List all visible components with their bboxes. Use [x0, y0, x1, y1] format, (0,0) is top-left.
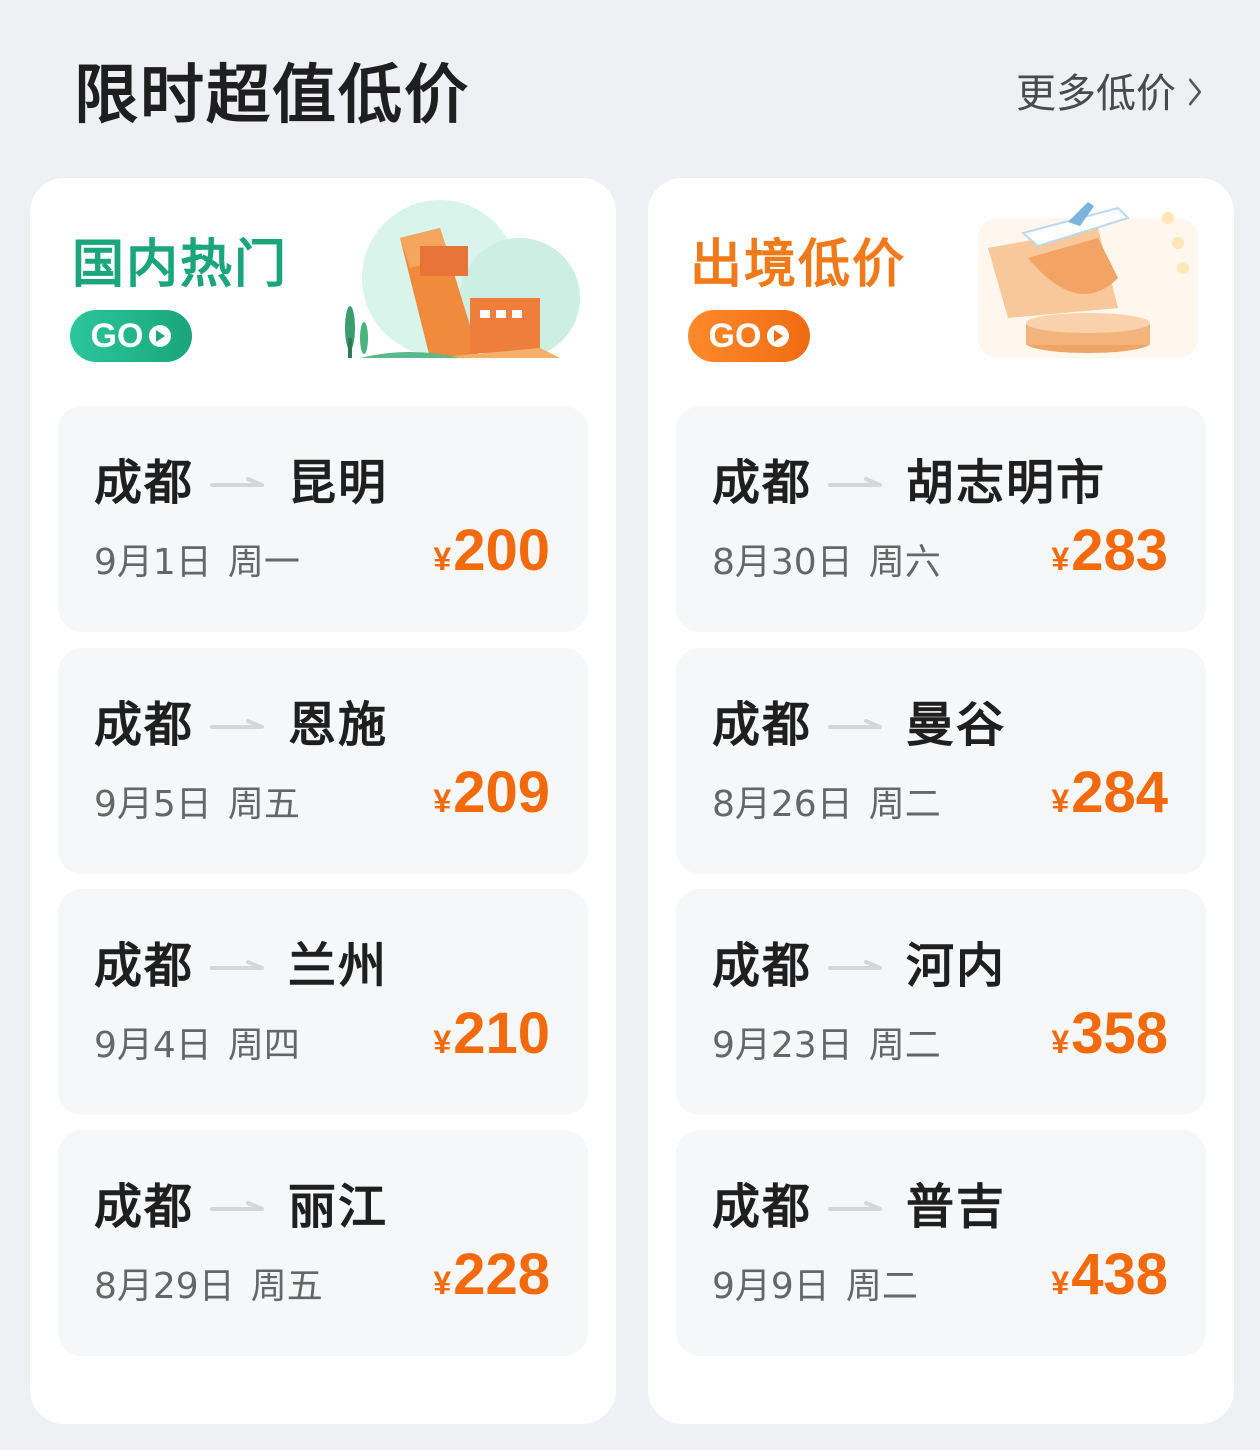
price-value: 210 — [453, 1001, 550, 1066]
origin-city: 成都 — [94, 1179, 195, 1235]
origin-city: 成都 — [712, 697, 813, 753]
route-price: ¥ 210 — [433, 999, 550, 1077]
departure-date: 9月5日 — [94, 784, 212, 825]
more-low-prices-link[interactable]: 更多低价 — [1016, 66, 1204, 122]
international-go-button[interactable]: GO — [688, 310, 810, 362]
origin-city: 成都 — [712, 455, 813, 511]
arrow-right-icon — [210, 719, 265, 729]
departure-date: 9月9日 — [712, 1266, 830, 1307]
route-card[interactable]: 成都 曼谷 8月26日 周二 ¥ 284 — [676, 648, 1206, 874]
destination-city: 河内 — [906, 938, 1007, 994]
destination-city: 恩施 — [288, 697, 389, 753]
departure-date: 8月30日 — [712, 542, 853, 583]
domestic-go-button[interactable]: GO — [70, 310, 192, 362]
route-price: ¥ 284 — [1051, 758, 1168, 836]
arrow-right-icon — [210, 1201, 265, 1211]
chevron-right-icon — [1188, 66, 1202, 122]
route-card[interactable]: 成都 昆明 9月1日 周一 ¥ 200 — [58, 406, 588, 632]
domestic-card: 国内热门 GO 成都 昆明 9月1日 周一 ¥ 200 成都 恩施 9月5日 周… — [30, 178, 616, 1424]
departure-date: 8月29日 — [94, 1266, 235, 1307]
price-value: 438 — [1071, 1242, 1168, 1307]
currency-symbol: ¥ — [1051, 1024, 1070, 1060]
destination-city: 普吉 — [906, 1179, 1007, 1235]
currency-symbol: ¥ — [1051, 783, 1070, 819]
currency-symbol: ¥ — [433, 541, 452, 577]
route-price: ¥ 283 — [1051, 516, 1168, 594]
route-card[interactable]: 成都 胡志明市 8月30日 周六 ¥ 283 — [676, 406, 1206, 632]
departure-weekday: 周五 — [227, 784, 300, 825]
departure-date: 9月1日 — [94, 542, 212, 583]
go-label: GO — [708, 316, 762, 355]
departure-date: 8月26日 — [712, 784, 853, 825]
section-header: 限时超值低价 更多低价 — [0, 0, 1260, 170]
route-price: ¥ 358 — [1051, 999, 1168, 1077]
departure-weekday: 周二 — [868, 784, 941, 825]
origin-city: 成都 — [94, 697, 195, 753]
currency-symbol: ¥ — [433, 783, 452, 819]
more-label: 更多低价 — [1016, 71, 1176, 117]
origin-city: 成都 — [94, 938, 195, 994]
route-price: ¥ 200 — [433, 516, 550, 594]
departure-weekday: 周五 — [250, 1266, 323, 1307]
route-card[interactable]: 成都 恩施 9月5日 周五 ¥ 209 — [58, 648, 588, 874]
departure-weekday: 周二 — [868, 1025, 941, 1066]
origin-city: 成都 — [712, 938, 813, 994]
arrow-right-icon — [828, 960, 883, 970]
departure-weekday: 周六 — [868, 542, 941, 583]
airplane-illustration — [968, 198, 1218, 368]
arrow-right-icon — [828, 477, 883, 487]
currency-symbol: ¥ — [1051, 1265, 1070, 1301]
domestic-title: 国内热门 — [72, 235, 289, 295]
origin-city: 成都 — [712, 1179, 813, 1235]
destination-city: 丽江 — [288, 1179, 389, 1235]
play-icon — [149, 325, 172, 347]
arrow-right-icon — [210, 960, 265, 970]
route-price: ¥ 438 — [1051, 1240, 1168, 1318]
route-price: ¥ 209 — [433, 758, 550, 836]
destination-city: 胡志明市 — [906, 455, 1107, 511]
departure-weekday: 周四 — [227, 1025, 300, 1066]
departure-date: 9月23日 — [712, 1025, 853, 1066]
departure-weekday: 周一 — [227, 542, 300, 583]
great-wall-illustration — [330, 198, 580, 368]
price-value: 200 — [453, 518, 550, 583]
arrow-right-icon — [828, 719, 883, 729]
departure-date: 9月4日 — [94, 1025, 212, 1066]
international-title: 出境低价 — [690, 235, 907, 295]
currency-symbol: ¥ — [433, 1265, 452, 1301]
destination-city: 兰州 — [288, 938, 389, 994]
destination-city: 曼谷 — [906, 697, 1007, 753]
currency-symbol: ¥ — [433, 1024, 452, 1060]
price-value: 209 — [453, 760, 550, 825]
destination-city: 昆明 — [288, 455, 389, 511]
route-card[interactable]: 成都 兰州 9月4日 周四 ¥ 210 — [58, 889, 588, 1115]
origin-city: 成都 — [94, 455, 195, 511]
route-card[interactable]: 成都 普吉 9月9日 周二 ¥ 438 — [676, 1130, 1206, 1356]
arrow-right-icon — [210, 477, 265, 487]
price-value: 283 — [1071, 518, 1168, 583]
international-card: 出境低价 GO 成都 胡志明市 8月30日 周六 ¥ 283 成都 曼谷 8月2… — [648, 178, 1234, 1424]
go-label: GO — [90, 316, 144, 355]
route-card[interactable]: 成都 河内 9月23日 周二 ¥ 358 — [676, 889, 1206, 1115]
page-title: 限时超值低价 — [74, 59, 470, 133]
play-icon — [767, 325, 790, 347]
price-value: 284 — [1071, 760, 1168, 825]
price-value: 228 — [453, 1242, 550, 1307]
currency-symbol: ¥ — [1051, 541, 1070, 577]
departure-weekday: 周二 — [845, 1266, 918, 1307]
route-price: ¥ 228 — [433, 1240, 550, 1318]
route-card[interactable]: 成都 丽江 8月29日 周五 ¥ 228 — [58, 1130, 588, 1356]
price-value: 358 — [1071, 1001, 1168, 1066]
arrow-right-icon — [828, 1201, 883, 1211]
